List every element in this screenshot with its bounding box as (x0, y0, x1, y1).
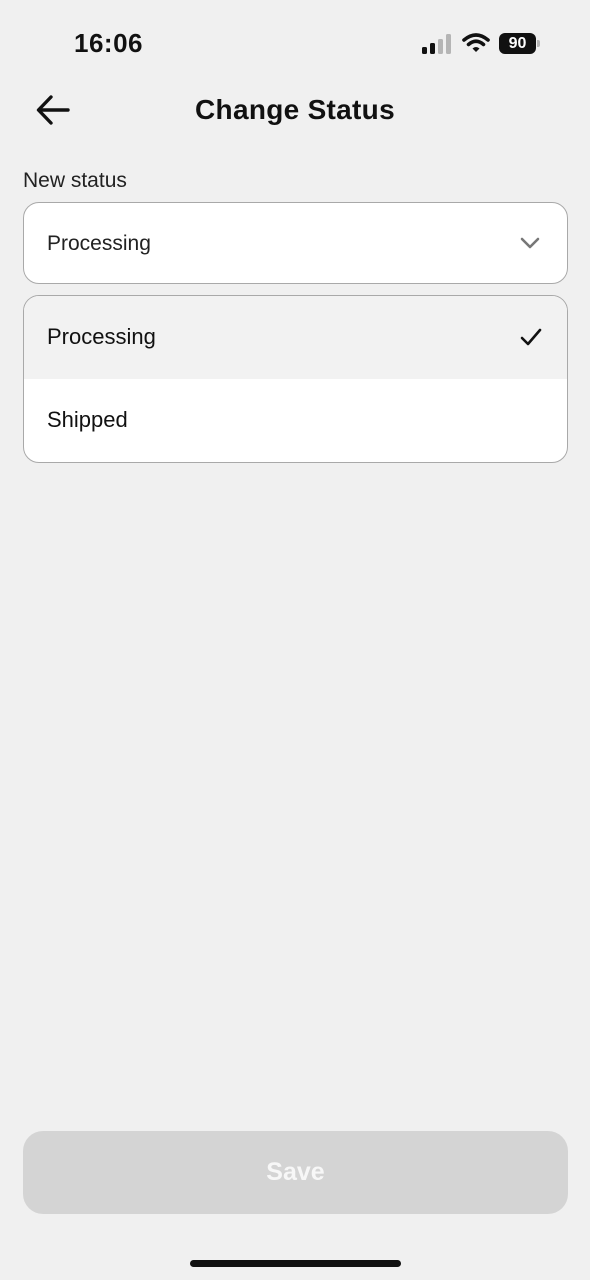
option-processing[interactable]: Processing (24, 296, 567, 379)
battery-icon: 90 (499, 33, 541, 54)
checkmark-icon (520, 328, 542, 346)
chevron-down-icon (520, 237, 540, 249)
status-select[interactable]: Processing (23, 202, 568, 284)
status-select-value: Processing (47, 232, 151, 255)
option-label: Processing (47, 324, 156, 349)
new-status-label: New status (23, 169, 127, 192)
status-bar: 16:06 90 (0, 0, 590, 88)
option-shipped[interactable]: Shipped (24, 379, 567, 462)
battery-level: 90 (499, 33, 536, 54)
home-indicator (190, 1260, 401, 1267)
save-button[interactable]: Save (23, 1131, 568, 1214)
wifi-icon (462, 32, 490, 54)
page-title: Change Status (195, 94, 395, 125)
option-label: Shipped (47, 407, 128, 432)
signal-icon (422, 34, 454, 54)
status-dropdown-menu: Processing Shipped (23, 295, 568, 463)
change-status-screen: 16:06 90 Change Status New status Proces… (0, 0, 590, 1280)
status-time: 16:06 (74, 28, 143, 58)
